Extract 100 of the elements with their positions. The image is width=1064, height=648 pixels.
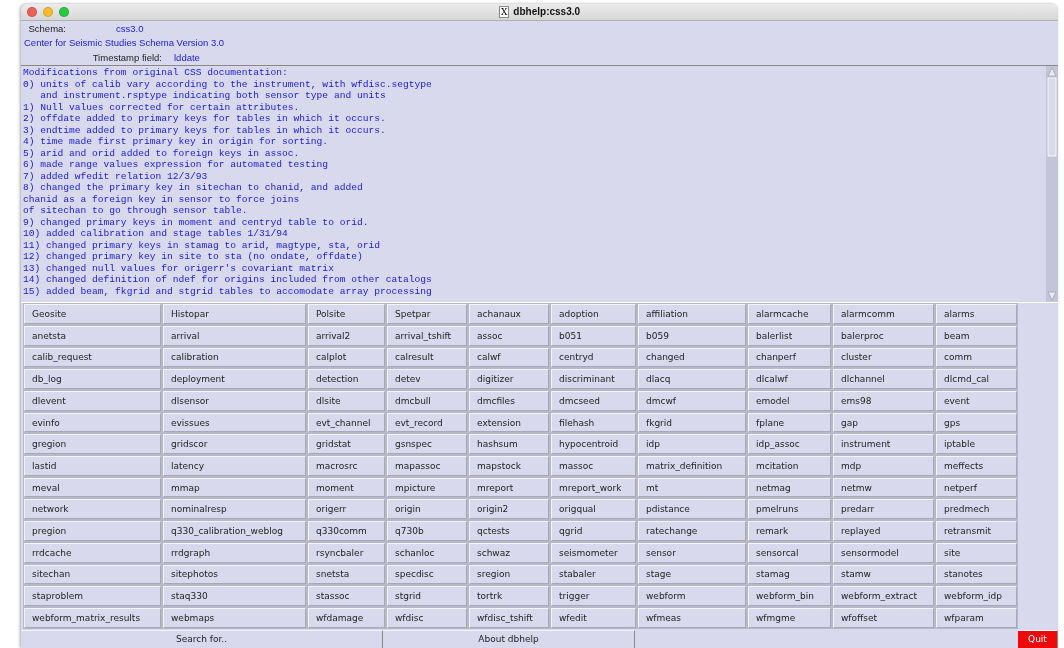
table-button[interactable]: sitechan xyxy=(24,564,161,585)
table-button[interactable]: hashsum xyxy=(469,434,549,455)
table-button[interactable]: pregion xyxy=(24,521,161,541)
table-button[interactable]: wfparam xyxy=(936,607,1017,628)
table-button[interactable]: mmap xyxy=(163,477,306,498)
table-button[interactable]: anetsta xyxy=(24,325,161,346)
table-button[interactable]: trigger xyxy=(551,586,636,606)
table-button[interactable]: evinfo xyxy=(24,412,161,433)
table-button[interactable]: Histopar xyxy=(163,304,306,324)
table-button[interactable]: qctests xyxy=(469,521,549,541)
table-button[interactable]: instrument xyxy=(833,434,934,455)
table-button[interactable]: q330comm xyxy=(308,521,385,541)
table-button[interactable]: arrival2 xyxy=(308,325,385,346)
zoom-button[interactable] xyxy=(59,6,69,17)
table-button[interactable]: beam xyxy=(936,325,1017,346)
table-button[interactable]: qgrid xyxy=(551,521,636,541)
table-button[interactable]: ems98 xyxy=(833,391,934,411)
table-button[interactable]: netperf xyxy=(936,477,1017,498)
table-button[interactable]: balerproc xyxy=(833,325,934,346)
table-button[interactable]: dlcmd_cal xyxy=(936,369,1017,389)
table-button[interactable]: site xyxy=(936,542,1017,563)
table-button[interactable]: calplot xyxy=(308,347,385,368)
table-button[interactable]: affiliation xyxy=(638,304,746,324)
table-button[interactable]: retransmit xyxy=(936,521,1017,541)
table-button[interactable]: netmw xyxy=(833,477,934,498)
table-button[interactable]: emodel xyxy=(748,391,831,411)
table-button[interactable]: calresult xyxy=(387,347,467,368)
table-button[interactable]: webmaps xyxy=(163,607,306,628)
table-button[interactable]: cluster xyxy=(833,347,934,368)
table-button[interactable]: calib_request xyxy=(24,347,161,368)
table-button[interactable]: db_log xyxy=(24,369,161,389)
table-button[interactable]: gridscor xyxy=(163,434,306,455)
table-button[interactable]: dlsensor xyxy=(163,391,306,411)
table-button[interactable]: stabaler xyxy=(551,564,636,585)
table-button[interactable]: Geosite xyxy=(24,304,161,324)
table-button[interactable]: schanloc xyxy=(387,542,467,563)
table-button[interactable]: massoc xyxy=(551,456,636,476)
table-button[interactable]: specdisc xyxy=(387,564,467,585)
table-button[interactable]: hypocentroid xyxy=(551,434,636,455)
table-button[interactable]: idp xyxy=(638,434,746,455)
table-button[interactable]: origin2 xyxy=(469,499,549,520)
table-button[interactable]: replayed xyxy=(833,521,934,541)
table-button[interactable]: origerr xyxy=(308,499,385,520)
table-button[interactable]: rsyncbaler xyxy=(308,542,385,563)
table-button[interactable]: b051 xyxy=(551,325,636,346)
table-button[interactable]: fkgrid xyxy=(638,412,746,433)
table-button[interactable]: Polsite xyxy=(308,304,385,324)
table-button[interactable]: comm xyxy=(936,347,1017,368)
action-button[interactable]: About dbhelp xyxy=(383,629,635,648)
vertical-scrollbar[interactable] xyxy=(1046,66,1058,303)
table-button[interactable]: wfoffset xyxy=(833,607,934,628)
table-button[interactable]: wfmgme xyxy=(748,607,831,628)
table-button[interactable]: alarmcache xyxy=(748,304,831,324)
table-button[interactable]: dmcseed xyxy=(551,391,636,411)
table-button[interactable]: stanotes xyxy=(936,564,1017,585)
minimize-button[interactable] xyxy=(43,6,53,17)
table-button[interactable]: rrdcache xyxy=(24,542,161,563)
table-button[interactable]: dlevent xyxy=(24,391,161,411)
table-button[interactable]: stassoc xyxy=(308,586,385,606)
table-button[interactable]: latency xyxy=(163,456,306,476)
table-button[interactable]: sensorcal xyxy=(748,542,831,563)
table-button[interactable]: mreport_work xyxy=(551,477,636,498)
table-button[interactable]: adoption xyxy=(551,304,636,324)
table-button[interactable]: iptable xyxy=(936,434,1017,455)
table-button[interactable]: staproblem xyxy=(24,586,161,606)
table-button[interactable]: moment xyxy=(308,477,385,498)
table-button[interactable]: dmcfiles xyxy=(469,391,549,411)
table-button[interactable]: netmag xyxy=(748,477,831,498)
table-button[interactable]: digitizer xyxy=(469,369,549,389)
table-button[interactable]: wfdamage xyxy=(308,607,385,628)
table-button[interactable]: arrival_tshift xyxy=(387,325,467,346)
table-button[interactable]: network xyxy=(24,499,161,520)
table-button[interactable]: meffects xyxy=(936,456,1017,476)
close-button[interactable] xyxy=(27,6,37,17)
table-button[interactable]: arrival xyxy=(163,325,306,346)
table-button[interactable]: achanaux xyxy=(469,304,549,324)
table-button[interactable]: pmelruns xyxy=(748,499,831,520)
table-button[interactable]: mt xyxy=(638,477,746,498)
table-button[interactable]: origqual xyxy=(551,499,636,520)
table-button[interactable]: centryd xyxy=(551,347,636,368)
table-button[interactable]: dmcbull xyxy=(387,391,467,411)
table-button[interactable]: sitephotos xyxy=(163,564,306,585)
table-button[interactable]: mcitation xyxy=(748,456,831,476)
table-button[interactable]: fplane xyxy=(748,412,831,433)
table-button[interactable]: dlsite xyxy=(308,391,385,411)
action-button[interactable]: Search for.. xyxy=(21,629,383,648)
table-button[interactable]: mapassoc xyxy=(387,456,467,476)
table-button[interactable]: matrix_definition xyxy=(638,456,746,476)
table-button[interactable]: discriminant xyxy=(551,369,636,389)
table-button[interactable]: deployment xyxy=(163,369,306,389)
table-button[interactable]: predmech xyxy=(936,499,1017,520)
table-button[interactable]: mpicture xyxy=(387,477,467,498)
table-button[interactable]: changed xyxy=(638,347,746,368)
table-button[interactable]: gps xyxy=(936,412,1017,433)
table-button[interactable]: evt_record xyxy=(387,412,467,433)
table-button[interactable]: q730b xyxy=(387,521,467,541)
table-button[interactable]: staq330 xyxy=(163,586,306,606)
table-button[interactable]: dmcwf xyxy=(638,391,746,411)
table-button[interactable]: gsnspec xyxy=(387,434,467,455)
table-button[interactable]: calibration xyxy=(163,347,306,368)
